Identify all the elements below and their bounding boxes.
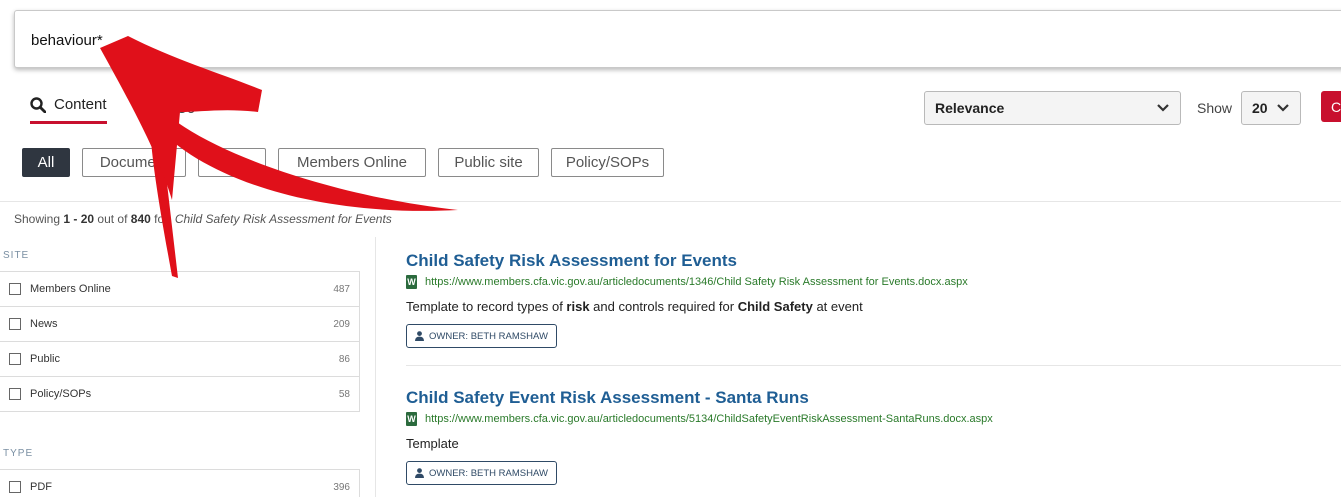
sort-select[interactable]: Relevance — [924, 91, 1181, 125]
facet-item-members-online[interactable]: Members Online 487 — [0, 272, 359, 307]
search-icon — [30, 96, 46, 113]
facet-label: Policy/SOPs — [30, 388, 92, 400]
page-size-value: 20 — [1252, 100, 1268, 116]
owner-label: OWNER: BETH RAMSHAW — [429, 467, 548, 479]
facet-item-policy-sops[interactable]: Policy/SOPs 58 — [0, 377, 359, 412]
desc-text: at event — [812, 299, 863, 314]
tab-content-label: Content — [54, 96, 107, 113]
result-url-row: W https://www.members.cfa.vic.gov.au/art… — [406, 412, 1336, 426]
desc-text: and controls required for — [589, 299, 738, 314]
summary-for: for: — [150, 212, 175, 226]
facet-heading-site: SITE — [3, 250, 30, 261]
filter-chip-public-site[interactable]: Public site — [438, 148, 539, 177]
facet-list-site: Members Online 487 News 209 Public 86 Polic… — [0, 271, 360, 412]
filter-chip-policy-sops[interactable]: Policy/SOPs — [551, 148, 664, 177]
filter-chip-label: Public site — [454, 154, 523, 171]
desc-highlight: risk — [566, 299, 590, 314]
facet-count: 396 — [333, 482, 350, 493]
filter-chip-label: News — [213, 154, 251, 171]
user-icon — [415, 468, 424, 478]
facet-list-type: PDF 396 — [0, 469, 360, 497]
summary-prefix: Showing — [14, 212, 64, 226]
result-divider — [406, 365, 1341, 366]
facet-heading-type: TYPE — [3, 448, 34, 459]
red-action-label: C — [1331, 99, 1341, 115]
section-divider — [0, 201, 1341, 202]
result-description: Template to record types of risk and con… — [406, 299, 1336, 314]
filter-chip-news[interactable]: News — [198, 148, 266, 177]
checkbox[interactable] — [9, 283, 21, 295]
user-icon — [415, 331, 424, 341]
filter-chip-document[interactable]: Document — [82, 148, 186, 177]
desc-text: Template to record types of — [406, 299, 567, 314]
filter-chip-label: All — [37, 154, 55, 171]
result-url[interactable]: https://www.members.cfa.vic.gov.au/artic… — [425, 413, 993, 425]
filter-chip-label: Members Online — [296, 154, 408, 171]
word-document-icon: W — [406, 275, 417, 289]
facet-count: 86 — [338, 354, 350, 365]
checkbox[interactable] — [9, 481, 21, 493]
filter-chip-members-online[interactable]: Members Online — [278, 148, 426, 177]
column-divider — [375, 237, 376, 497]
filter-chip-label: Document — [99, 154, 169, 171]
word-document-icon: W — [406, 412, 417, 426]
checkbox[interactable] — [9, 318, 21, 330]
filter-chip-label: Policy/SOPs — [565, 154, 650, 171]
facet-label: Public — [30, 353, 60, 365]
result-url-row: W https://www.members.cfa.vic.gov.au/art… — [406, 275, 1336, 289]
sort-select-value: Relevance — [935, 100, 1005, 116]
tab-people[interactable]: Co — [176, 92, 195, 124]
facet-item-pdf[interactable]: PDF 396 — [0, 470, 359, 497]
result-description: Template — [406, 436, 459, 451]
facet-label: News — [30, 318, 58, 330]
show-label: Show — [1197, 100, 1233, 116]
tab-people-label: Co — [176, 99, 196, 117]
result-url[interactable]: https://www.members.cfa.vic.gov.au/artic… — [425, 276, 968, 288]
facet-item-news[interactable]: News 209 — [0, 307, 359, 342]
results-summary: Showing 1 - 20 out of 840 for: Child Saf… — [14, 212, 392, 226]
search-result: Child Safety Risk Assessment for Events … — [406, 251, 1336, 348]
chevron-down-icon — [1157, 104, 1169, 112]
summary-middle: out of — [94, 212, 131, 226]
facet-label: Members Online — [30, 283, 111, 295]
summary-query: Child Safety Risk Assessment for Events — [174, 212, 392, 226]
facet-label: PDF — [30, 481, 52, 493]
filter-chip-all[interactable]: All — [22, 148, 70, 177]
facet-item-public[interactable]: Public 86 — [0, 342, 359, 377]
chevron-down-icon — [1277, 104, 1289, 112]
result-title-link[interactable]: Child Safety Risk Assessment for Events — [406, 251, 1336, 271]
owner-badge[interactable]: OWNER: BETH RAMSHAW — [406, 324, 557, 348]
owner-label: OWNER: BETH RAMSHAW — [429, 330, 548, 342]
page-size-select[interactable]: 20 — [1241, 91, 1301, 125]
search-input[interactable] — [31, 29, 1231, 51]
desc-highlight: Child Safety — [737, 299, 813, 314]
facet-count: 209 — [333, 319, 350, 330]
checkbox[interactable] — [9, 353, 21, 365]
search-result: Child Safety Event Risk Assessment - San… — [406, 388, 1336, 485]
summary-total: 840 — [130, 212, 151, 226]
facet-count: 58 — [338, 389, 350, 400]
checkbox[interactable] — [9, 388, 21, 400]
search-box — [14, 10, 1341, 68]
owner-badge[interactable]: OWNER: BETH RAMSHAW — [406, 461, 557, 485]
red-action-button[interactable]: C — [1321, 91, 1341, 122]
summary-range: 1 - 20 — [63, 212, 95, 226]
result-title-link[interactable]: Child Safety Event Risk Assessment - San… — [406, 388, 1336, 408]
facet-count: 487 — [333, 284, 350, 295]
tab-content[interactable]: Content — [30, 92, 107, 124]
